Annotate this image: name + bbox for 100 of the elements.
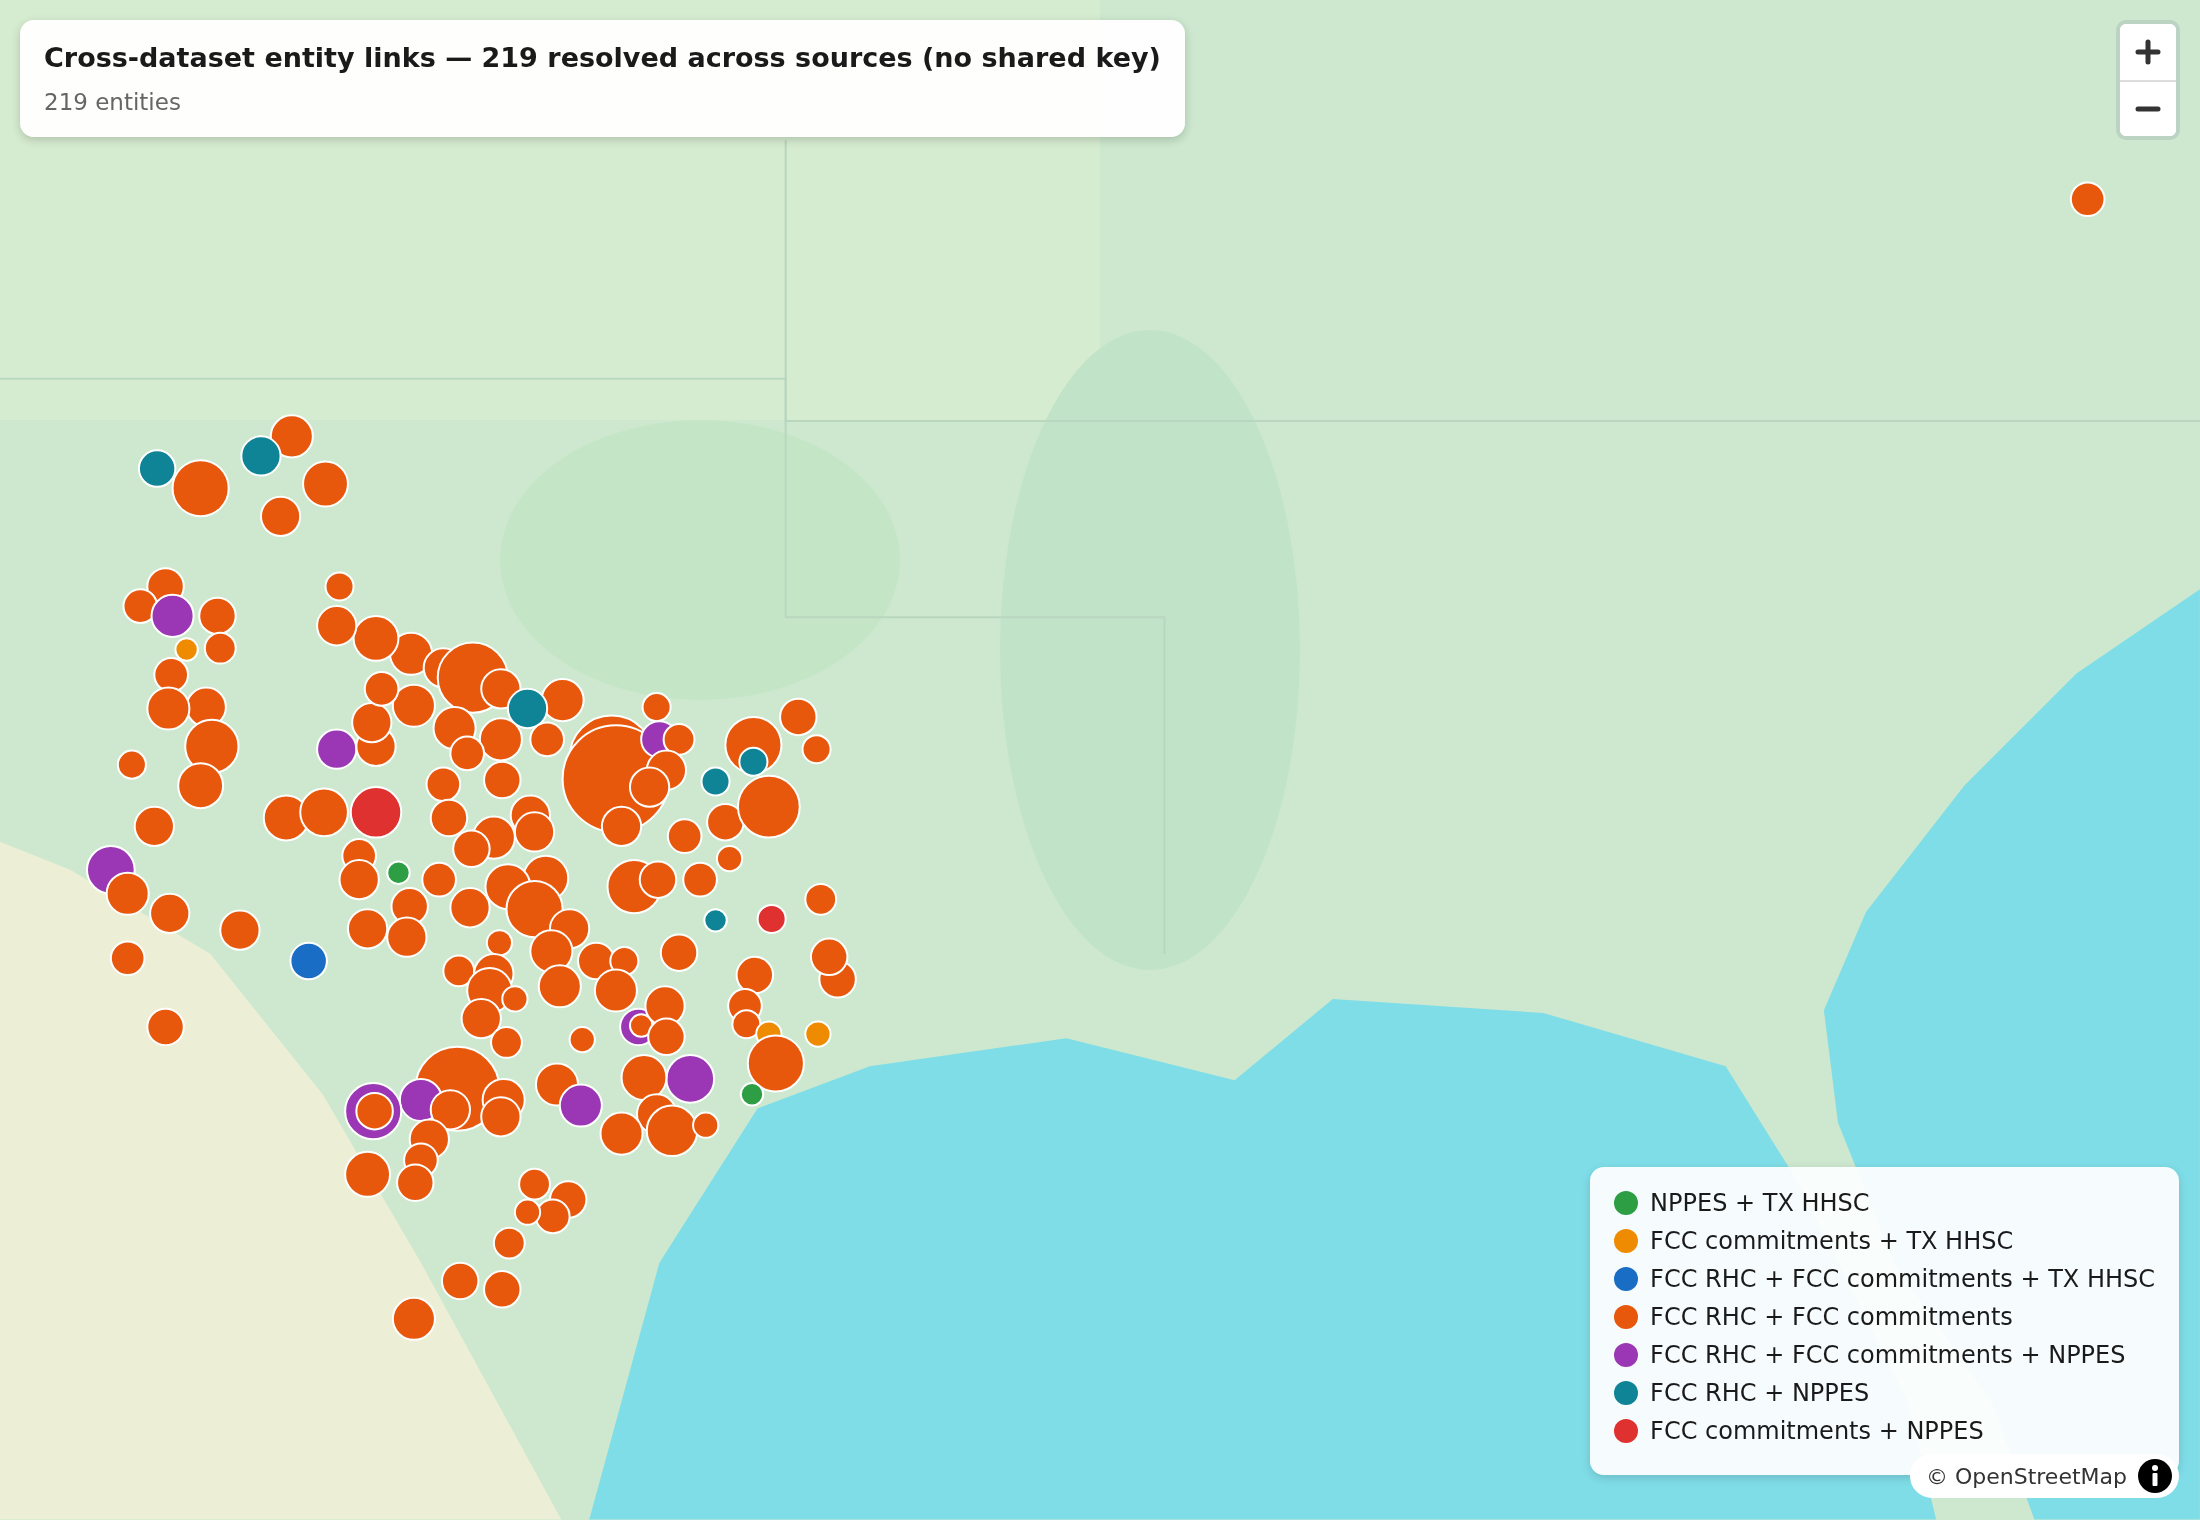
map-marker[interactable]	[289, 941, 328, 981]
info-icon[interactable]	[2137, 1458, 2173, 1494]
map-marker[interactable]	[349, 786, 403, 839]
map-marker[interactable]	[738, 746, 769, 777]
map-marker[interactable]	[105, 871, 150, 916]
map-marker[interactable]	[386, 860, 411, 885]
map-marker[interactable]	[700, 766, 731, 797]
map-marker[interactable]	[706, 802, 745, 842]
map-marker[interactable]	[149, 892, 191, 934]
map-marker[interactable]	[116, 749, 147, 780]
map-marker[interactable]	[452, 829, 491, 869]
map-marker[interactable]	[483, 1270, 522, 1309]
map-marker[interactable]	[355, 1091, 394, 1131]
map-marker[interactable]	[219, 909, 261, 951]
map-marker[interactable]	[715, 845, 744, 873]
map-marker[interactable]	[146, 686, 191, 731]
map-marker[interactable]	[568, 1026, 596, 1054]
map-marker[interactable]	[665, 1054, 716, 1104]
map-marker[interactable]	[2069, 181, 2106, 218]
map-marker[interactable]	[513, 1198, 542, 1226]
map-marker[interactable]	[324, 571, 355, 602]
map-marker[interactable]	[485, 929, 514, 957]
map-marker[interactable]	[425, 766, 462, 803]
map-marker[interactable]	[299, 787, 349, 838]
map-marker[interactable]	[440, 1261, 480, 1301]
map-marker[interactable]	[449, 887, 491, 929]
map-marker[interactable]	[396, 1163, 435, 1202]
map-marker[interactable]	[804, 882, 838, 916]
map-marker[interactable]	[756, 903, 787, 934]
map-marker[interactable]	[735, 955, 775, 995]
map-marker[interactable]	[203, 631, 237, 665]
map-marker[interactable]	[346, 908, 389, 950]
map-marker[interactable]	[316, 605, 358, 647]
map-marker[interactable]	[505, 880, 564, 939]
map-marker[interactable]	[429, 798, 469, 838]
map-marker[interactable]	[460, 997, 502, 1040]
map-marker[interactable]	[501, 985, 529, 1013]
map-marker[interactable]	[641, 692, 672, 723]
map-marker[interactable]	[391, 683, 436, 728]
map-marker[interactable]	[153, 657, 189, 693]
map-marker[interactable]	[513, 811, 556, 853]
map-marker[interactable]	[391, 1296, 436, 1341]
map-marker[interactable]	[731, 1009, 762, 1040]
map-marker[interactable]	[480, 1096, 522, 1138]
map-marker[interactable]	[480, 668, 522, 710]
map-marker[interactable]	[449, 735, 486, 772]
map-marker[interactable]	[534, 1198, 571, 1235]
map-marker[interactable]	[645, 1104, 699, 1158]
map-marker[interactable]	[109, 940, 146, 977]
map-marker[interactable]	[492, 1226, 526, 1260]
map-marker[interactable]	[386, 916, 428, 958]
map-marker[interactable]	[483, 760, 522, 800]
map-marker[interactable]	[662, 722, 696, 756]
map-marker[interactable]	[529, 721, 565, 758]
map-marker[interactable]	[647, 1017, 686, 1057]
map-marker[interactable]	[150, 593, 195, 638]
map-marker[interactable]	[558, 1083, 603, 1128]
map-marker[interactable]	[537, 964, 582, 1009]
map-marker[interactable]	[746, 1034, 805, 1093]
map-marker[interactable]	[421, 861, 457, 898]
map-marker[interactable]	[240, 435, 282, 477]
map-marker[interactable]	[137, 449, 177, 488]
map-marker[interactable]	[316, 728, 358, 770]
map-marker[interactable]	[302, 460, 349, 508]
map-marker[interactable]	[638, 860, 678, 899]
map-marker[interactable]	[739, 1082, 765, 1107]
map-marker[interactable]	[682, 861, 718, 898]
map-marker[interactable]	[269, 414, 314, 459]
map-marker[interactable]	[620, 1054, 668, 1101]
map-marker[interactable]	[177, 762, 225, 810]
map-marker[interactable]	[628, 1013, 654, 1038]
map-marker[interactable]	[659, 933, 699, 972]
zoom-out-button[interactable]	[2120, 80, 2176, 136]
map-marker[interactable]	[146, 1007, 185, 1047]
map-marker[interactable]	[801, 734, 832, 765]
map-marker[interactable]	[133, 805, 175, 847]
map-marker[interactable]	[804, 1020, 832, 1048]
map-marker[interactable]	[442, 954, 476, 988]
map-marker[interactable]	[666, 818, 703, 854]
map-marker[interactable]	[600, 805, 643, 847]
map-marker[interactable]	[259, 495, 302, 537]
map-marker[interactable]	[809, 937, 849, 977]
map-marker[interactable]	[478, 717, 523, 762]
map-marker[interactable]	[506, 687, 549, 730]
map-marker[interactable]	[429, 1089, 471, 1131]
map-marker[interactable]	[198, 596, 237, 636]
map-marker[interactable]	[122, 588, 159, 624]
map-marker[interactable]	[184, 718, 240, 775]
map-marker[interactable]	[529, 929, 574, 974]
map-marker[interactable]	[779, 697, 818, 737]
map-marker[interactable]	[352, 614, 400, 662]
map-marker[interactable]	[692, 1111, 720, 1139]
map-marker[interactable]	[703, 908, 728, 933]
map-marker[interactable]	[363, 671, 400, 707]
map-marker[interactable]	[628, 766, 671, 808]
map-marker[interactable]	[344, 1150, 392, 1198]
map-marker[interactable]	[593, 968, 638, 1013]
map-marker[interactable]	[171, 459, 230, 518]
map-marker[interactable]	[737, 774, 801, 839]
map-marker[interactable]	[540, 678, 585, 723]
